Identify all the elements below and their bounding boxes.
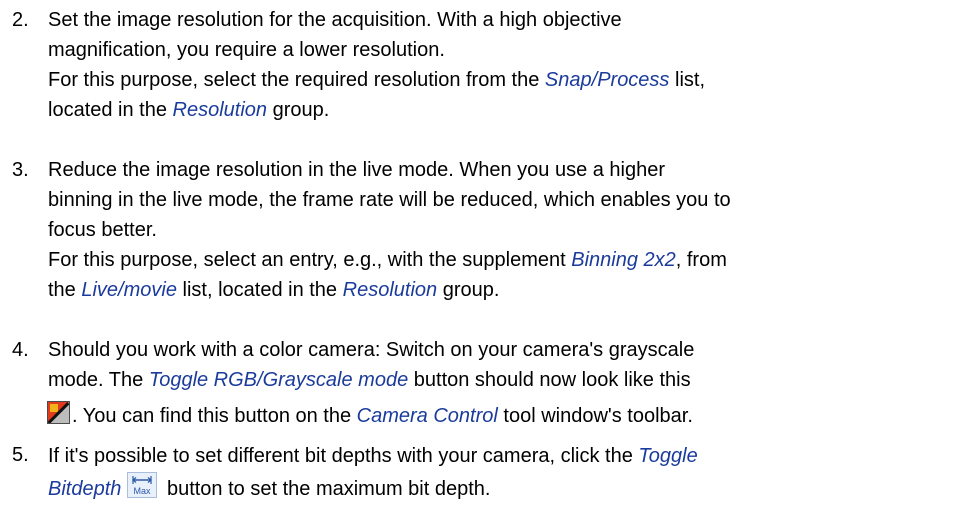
help-document: 2. Set the image resolution for the acqu… <box>0 0 973 509</box>
text-line: Set the image resolution for the acquisi… <box>48 9 622 31</box>
step-text: If it's possible to set different bit de… <box>48 440 972 505</box>
ui-term-snap-process: Snap/Process <box>544 69 670 91</box>
text-line: located in the Resolution group. <box>48 99 330 121</box>
step-number: 2. <box>12 9 29 31</box>
text-line: mode. The Toggle RGB/Grayscale mode butt… <box>48 369 691 391</box>
step-number: 3. <box>12 159 29 181</box>
step-2: 2. Set the image resolution for the acqu… <box>12 5 972 125</box>
text-line: If it's possible to set different bit de… <box>48 445 698 467</box>
text-line: binning in the live mode, the frame rate… <box>48 189 731 211</box>
toggle-bitdepth-max-icon: Max <box>127 472 158 498</box>
text-line: focus better. <box>48 219 157 241</box>
text-line: magnification, you require a lower resol… <box>48 39 445 61</box>
ui-term-binning: Binning 2x2 <box>571 249 676 271</box>
text-line: . You can find this button on the Camera… <box>47 395 972 437</box>
bitdepth-icon-label: Max <box>134 486 152 496</box>
text-line: Should you work with a color camera: Swi… <box>48 339 695 361</box>
step-text: Reduce the image resolution in the live … <box>48 155 972 305</box>
step-text: Should you work with a color camera: Swi… <box>47 335 972 437</box>
text-line: For this purpose, select an entry, e.g.,… <box>48 249 727 271</box>
text-line: Bitdepth Max button to set the maximum b… <box>48 472 972 505</box>
text-line: the Live/movie list, located in the Reso… <box>48 279 500 301</box>
ui-term-resolution: Resolution <box>342 279 438 301</box>
step-text: Set the image resolution for the acquisi… <box>48 5 972 125</box>
step-3: 3. Reduce the image resolution in the li… <box>12 155 972 305</box>
ui-term-camera-control: Camera Control <box>356 405 498 427</box>
step-number: 5. <box>12 444 29 466</box>
rgb-grayscale-toggle-icon <box>47 401 70 424</box>
step-number: 4. <box>12 339 29 361</box>
text-line: For this purpose, select the required re… <box>48 69 705 91</box>
ui-term-toggle: Toggle <box>638 445 698 467</box>
step-5: 5. If it's possible to set different bit… <box>12 440 972 505</box>
text-line: Reduce the image resolution in the live … <box>48 159 666 181</box>
ui-term-live-movie: Live/movie <box>81 279 177 301</box>
ui-term-resolution: Resolution <box>172 99 268 121</box>
ui-term-bitdepth: Bitdepth <box>48 478 122 500</box>
ui-term-toggle-rgb-grayscale: Toggle RGB/Grayscale mode <box>148 369 409 391</box>
step-4: 4. Should you work with a color camera: … <box>12 335 972 437</box>
